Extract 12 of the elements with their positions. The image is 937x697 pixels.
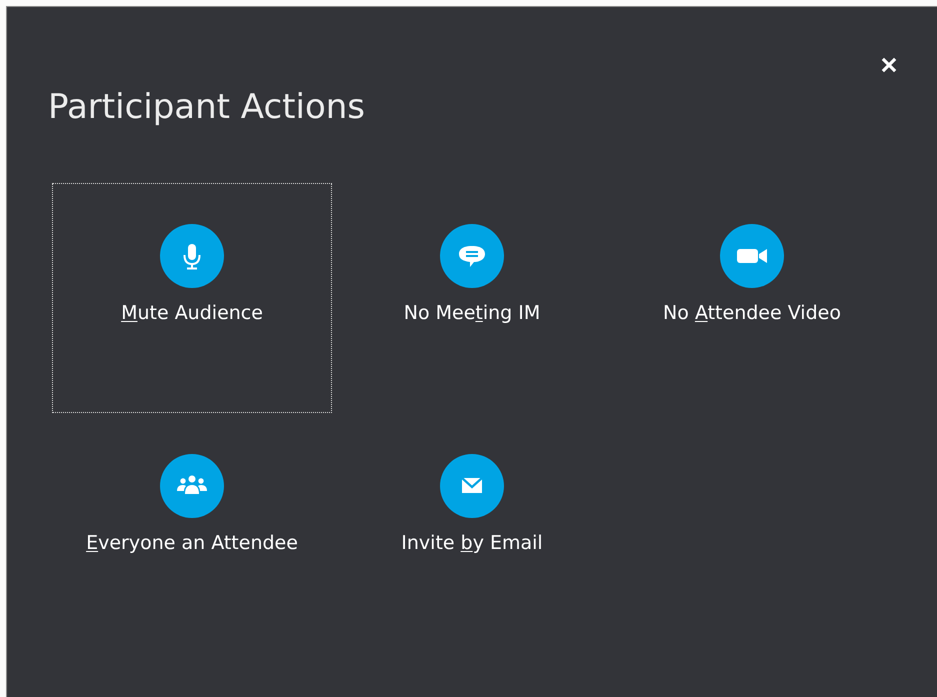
action-button[interactable]: Mute Audience: [52, 183, 332, 413]
close-icon: [881, 57, 897, 73]
action-button[interactable]: Everyone an Attendee: [52, 413, 332, 643]
people-icon: [160, 454, 224, 518]
microphone-icon: [160, 224, 224, 288]
action-button[interactable]: Invite by Email: [332, 413, 612, 643]
video-camera-icon: [720, 224, 784, 288]
envelope-icon: [440, 454, 504, 518]
chat-bubble-icon: [440, 224, 504, 288]
dialog-title: Participant Actions: [48, 86, 366, 129]
action-button[interactable]: No Meeting IM: [332, 183, 612, 413]
action-button[interactable]: No Attendee Video: [612, 183, 892, 413]
